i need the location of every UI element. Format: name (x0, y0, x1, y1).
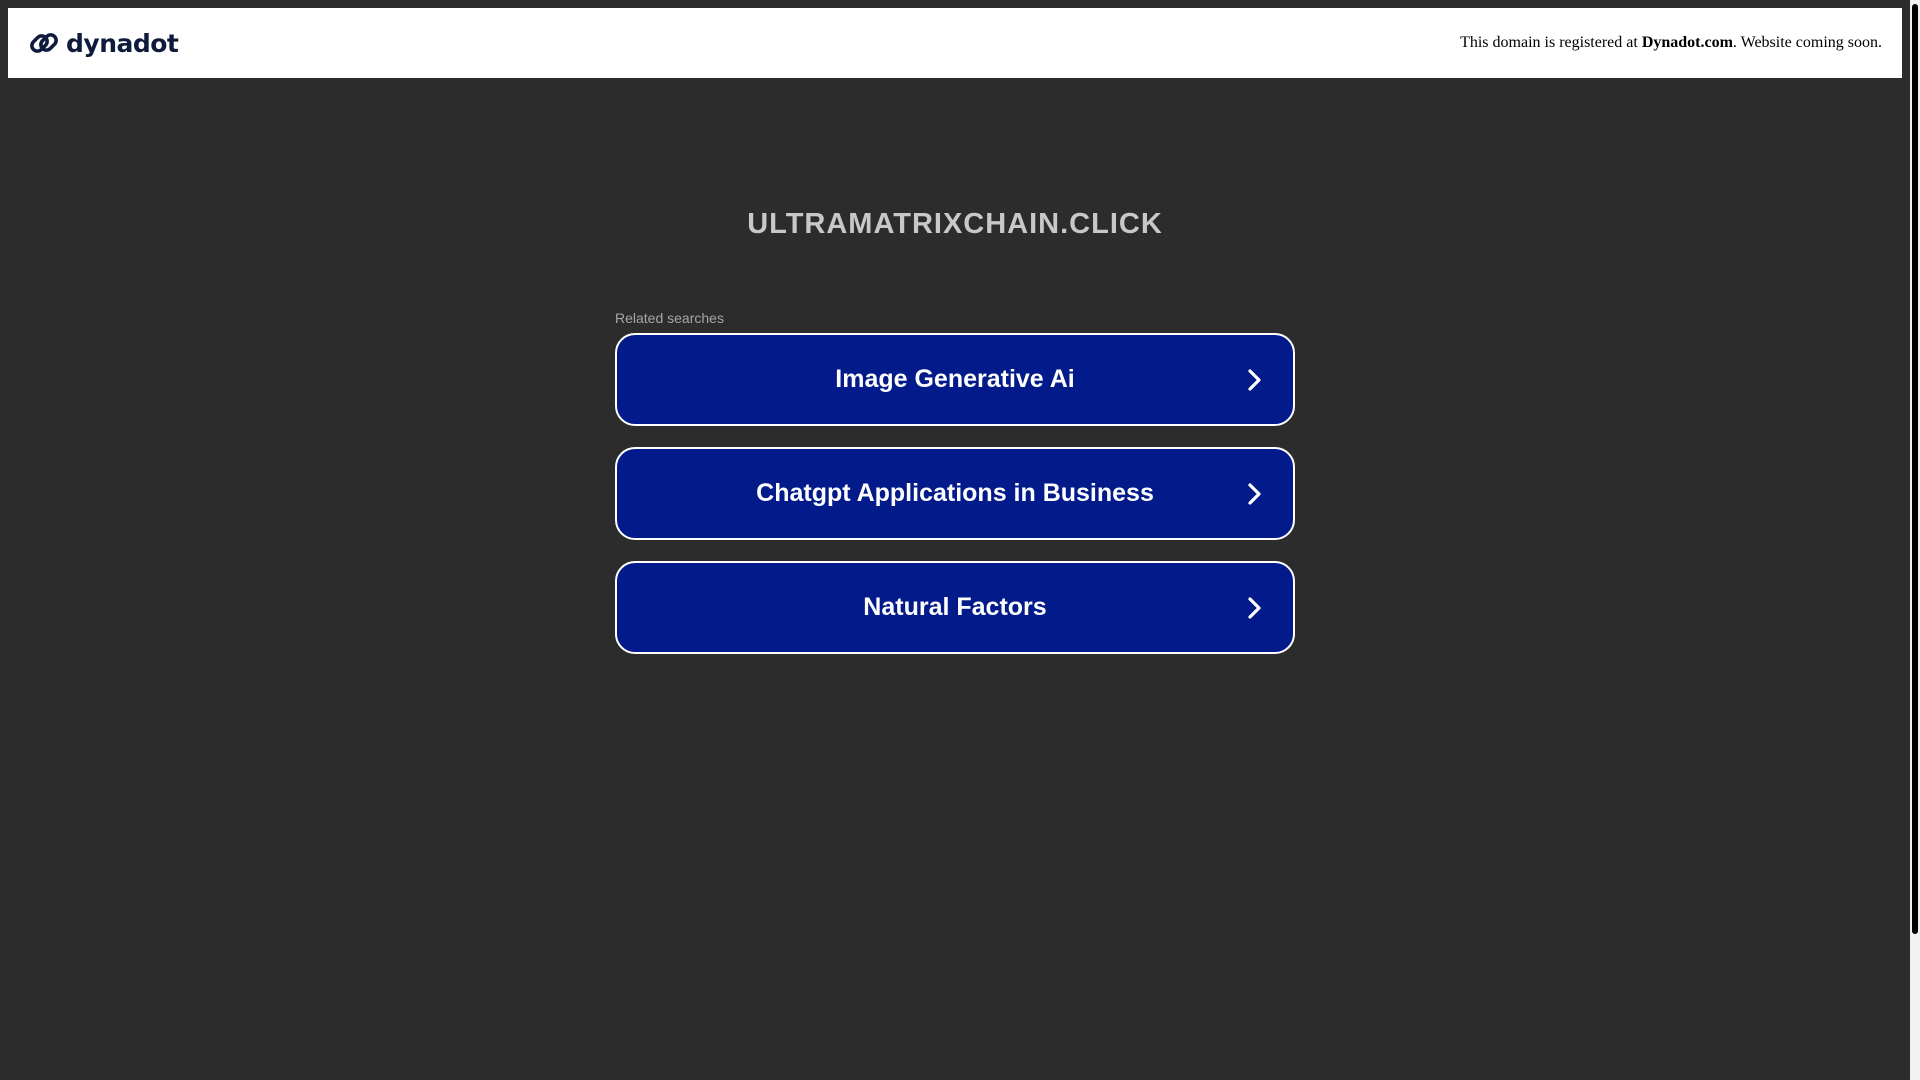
search-button-label: Chatgpt Applications in Business (756, 479, 1154, 507)
search-button-label: Natural Factors (863, 593, 1047, 621)
notice-prefix: This domain is registered at (1460, 34, 1642, 51)
dynadot-link[interactable]: Dynadot.com (1642, 34, 1733, 51)
related-searches-label: Related searches (615, 310, 724, 326)
search-button-chatgpt-applications[interactable]: Chatgpt Applications in Business (615, 447, 1295, 540)
chevron-right-icon (1248, 368, 1261, 391)
domain-title: ULTRAMATRIXCHAIN.CLICK (747, 208, 1163, 240)
top-banner: dynadot This domain is registered at Dyn… (8, 8, 1902, 78)
search-button-image-generative-ai[interactable]: Image Generative Ai (615, 333, 1295, 426)
logo-text: dynadot (66, 28, 179, 58)
dynadot-link-icon (28, 27, 60, 59)
scrollbar-thumb[interactable] (1912, 4, 1918, 934)
notice-suffix: . Website coming soon. (1732, 34, 1882, 51)
scrollbar[interactable] (1910, 0, 1920, 1080)
chevron-right-icon (1248, 596, 1261, 619)
registration-notice: This domain is registered at Dynadot.com… (1460, 34, 1882, 52)
dynadot-logo[interactable]: dynadot (28, 27, 179, 59)
chevron-right-icon (1248, 482, 1261, 505)
related-searches: Related searches Image Generative Ai Cha… (615, 310, 1295, 675)
search-button-label: Image Generative Ai (835, 365, 1075, 393)
search-button-natural-factors[interactable]: Natural Factors (615, 561, 1295, 654)
